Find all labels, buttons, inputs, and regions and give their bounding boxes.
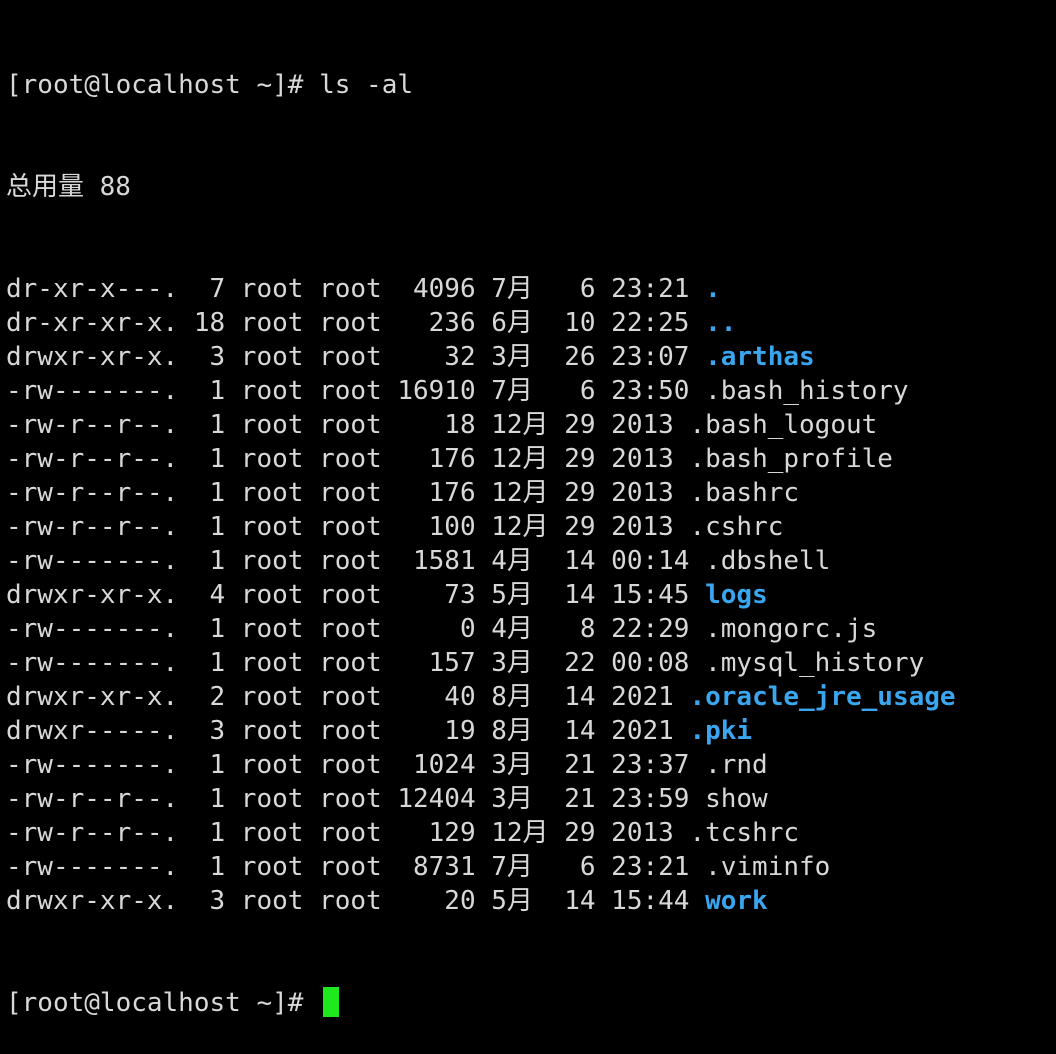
listing-row: -rw-------. 1 root root 1581 4月 14 00:14… (6, 544, 1056, 578)
file-name: show (705, 784, 768, 814)
file-name: .cshrc (689, 512, 784, 542)
directory-name: .. (705, 308, 737, 338)
file-name: .dbshell (705, 546, 831, 576)
file-metadata: -rw-------. 1 root root 8731 7月 6 23:21 (6, 852, 706, 882)
directory-name: logs (705, 580, 768, 610)
directory-name: .arthas (705, 342, 815, 372)
active-command-line[interactable]: [root@localhost ~]# (6, 986, 1056, 1020)
file-name: .tcshrc (689, 818, 800, 848)
listing-row: -rw-------. 1 root root 1024 3月 21 23:37… (6, 748, 1056, 782)
file-metadata: dr-xr-xr-x. 18 root root 236 6月 10 22:25 (6, 308, 706, 338)
listing-row: -rw-------. 1 root root 0 4月 8 22:29 .mo… (6, 612, 1056, 646)
directory-name: .oracle_jre_usage (689, 682, 956, 712)
file-metadata: -rw-------. 1 root root 1024 3月 21 23:37 (6, 750, 706, 780)
file-metadata: -rw-------. 1 root root 157 3月 22 00:08 (6, 648, 706, 678)
listing-row: dr-xr-x---. 7 root root 4096 7月 6 23:21 … (6, 272, 1056, 306)
file-metadata: drwxr-xr-x. 3 root root 32 3月 26 23:07 (6, 342, 706, 372)
terminal-window[interactable]: [root@localhost ~]# ls -al 总用量 88 dr-xr-… (0, 0, 1056, 1018)
listing-row: drwxr-xr-x. 3 root root 20 5月 14 15:44 w… (6, 884, 1056, 918)
file-name: .mysql_history (705, 648, 925, 678)
file-metadata: -rw-r--r--. 1 root root 129 12月 29 2013 (6, 818, 690, 848)
directory-name: work (705, 886, 768, 916)
total-line: 总用量 88 (6, 172, 131, 202)
file-metadata: -rw-r--r--. 1 root root 100 12月 29 2013 (6, 512, 690, 542)
file-metadata: drwxr-xr-x. 3 root root 20 5月 14 15:44 (6, 886, 706, 916)
file-metadata: -rw-------. 1 root root 1581 4月 14 00:14 (6, 546, 706, 576)
file-metadata: drwxr-xr-x. 2 root root 40 8月 14 2021 (6, 682, 690, 712)
listing-row: -rw-------. 1 root root 8731 7月 6 23:21 … (6, 850, 1056, 884)
file-metadata: dr-xr-x---. 7 root root 4096 7月 6 23:21 (6, 274, 706, 304)
file-metadata: -rw-------. 1 root root 16910 7月 6 23:50 (6, 376, 706, 406)
typed-command: ls -al (319, 70, 413, 100)
listing-row: drwxr-xr-x. 2 root root 40 8月 14 2021 .o… (6, 680, 1056, 714)
listing-row: -rw-r--r--. 1 root root 100 12月 29 2013 … (6, 510, 1056, 544)
listing-row: -rw-------. 1 root root 16910 7月 6 23:50… (6, 374, 1056, 408)
file-name: .bash_profile (689, 444, 893, 474)
file-metadata: -rw-r--r--. 1 root root 12404 3月 21 23:5… (6, 784, 706, 814)
listing-row: -rw-r--r--. 1 root root 176 12月 29 2013 … (6, 442, 1056, 476)
listing-row: -rw-r--r--. 1 root root 18 12月 29 2013 .… (6, 408, 1056, 442)
file-name: .rnd (705, 750, 768, 780)
listing-row: -rw-r--r--. 1 root root 176 12月 29 2013 … (6, 476, 1056, 510)
directory-name: .pki (689, 716, 753, 746)
file-metadata: -rw-------. 1 root root 0 4月 8 22:29 (6, 614, 706, 644)
command-line: [root@localhost ~]# ls -al (6, 68, 1056, 102)
file-name: .bash_logout (689, 410, 878, 440)
listing-row: dr-xr-xr-x. 18 root root 236 6月 10 22:25… (6, 306, 1056, 340)
shell-prompt: [root@localhost ~]# (6, 70, 320, 100)
file-name: .viminfo (705, 852, 831, 882)
text-cursor (323, 987, 340, 1017)
file-metadata: -rw-r--r--. 1 root root 176 12月 29 2013 (6, 478, 690, 508)
listing-row: -rw-------. 1 root root 157 3月 22 00:08 … (6, 646, 1056, 680)
file-metadata: -rw-r--r--. 1 root root 18 12月 29 2013 (6, 410, 690, 440)
listing-row: -rw-r--r--. 1 root root 12404 3月 21 23:5… (6, 782, 1056, 816)
file-metadata: drwxr-----. 3 root root 19 8月 14 2021 (6, 716, 690, 746)
file-name: .mongorc.js (705, 614, 878, 644)
listing-row: drwxr-xr-x. 3 root root 32 3月 26 23:07 .… (6, 340, 1056, 374)
file-metadata: -rw-r--r--. 1 root root 176 12月 29 2013 (6, 444, 690, 474)
directory-name: . (705, 274, 721, 304)
file-listing: dr-xr-x---. 7 root root 4096 7月 6 23:21 … (6, 272, 1056, 918)
listing-row: drwxr-----. 3 root root 19 8月 14 2021 .p… (6, 714, 1056, 748)
file-name: .bashrc (689, 478, 800, 508)
file-metadata: drwxr-xr-x. 4 root root 73 5月 14 15:45 (6, 580, 706, 610)
listing-row: drwxr-xr-x. 4 root root 73 5月 14 15:45 l… (6, 578, 1056, 612)
file-name: .bash_history (705, 376, 909, 406)
shell-prompt: [root@localhost ~]# (6, 988, 320, 1018)
listing-row: -rw-r--r--. 1 root root 129 12月 29 2013 … (6, 816, 1056, 850)
